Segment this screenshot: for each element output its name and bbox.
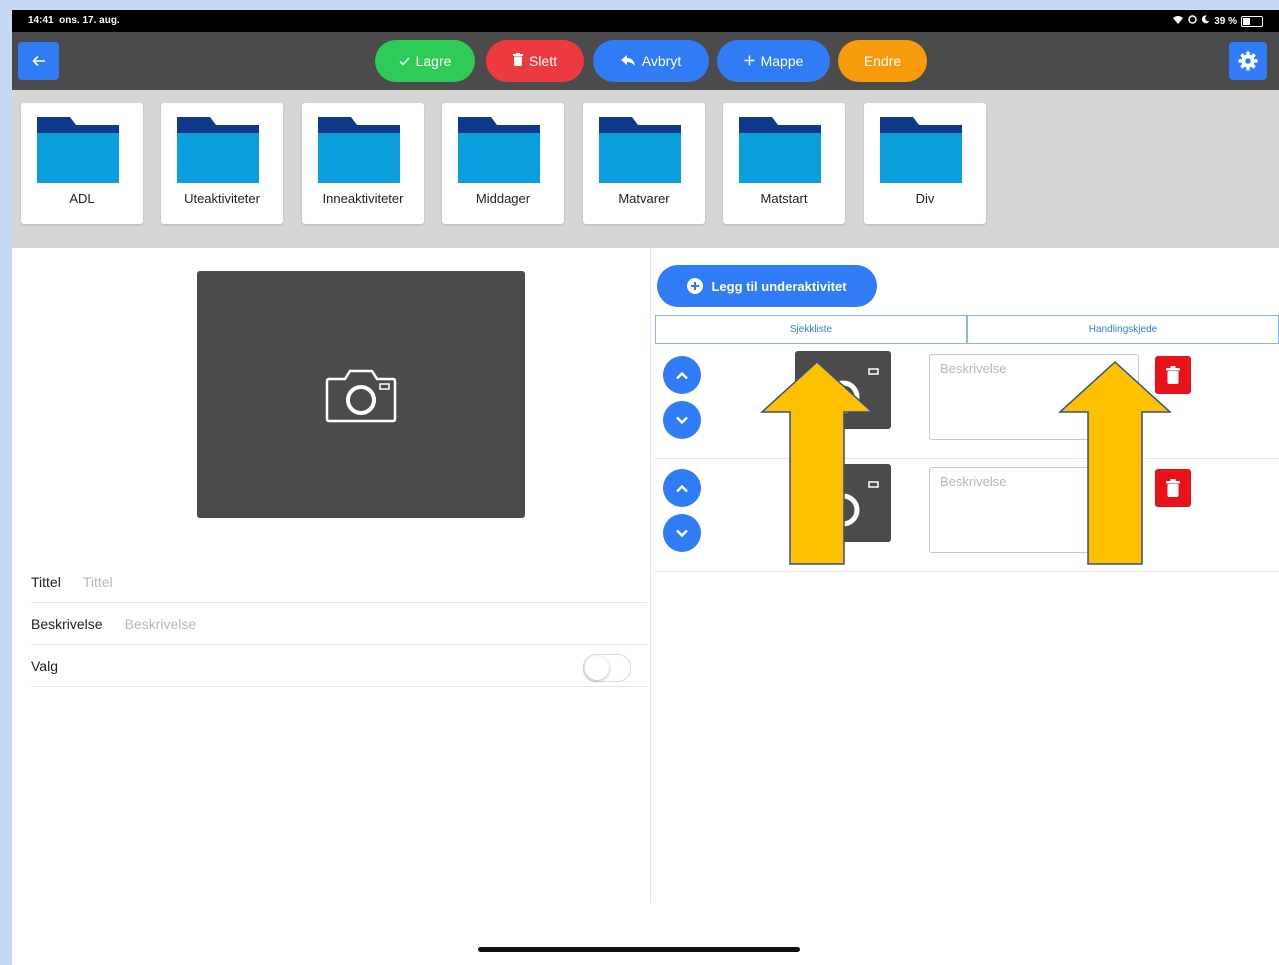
- activity-image-picker[interactable]: [197, 271, 525, 518]
- sub-activity-panel: Legg til underaktivitet Sjekkliste Handl…: [652, 248, 1279, 903]
- cancel-button[interactable]: Avbryt: [593, 40, 709, 82]
- gear-icon: [1238, 51, 1258, 71]
- folder-icon: [880, 117, 962, 183]
- ipad-screen: 14:41 ons. 17. aug. 39 % Lagre Slett Avb…: [12, 10, 1279, 965]
- list-type-tabs: Sjekkliste Handlingskjede: [655, 315, 1279, 344]
- tab-action-chain[interactable]: Handlingskjede: [967, 315, 1279, 344]
- move-up-button[interactable]: [663, 356, 701, 394]
- folder-icon: [318, 117, 400, 183]
- folder-tile[interactable]: Uteaktiviteter: [161, 103, 283, 224]
- folder-tile[interactable]: Matvarer: [583, 103, 705, 224]
- choice-row: Valg: [31, 645, 647, 687]
- save-button[interactable]: Lagre: [375, 40, 475, 82]
- folder-tile[interactable]: Inneaktiviteter: [302, 103, 424, 224]
- folder-icon: [37, 117, 119, 183]
- settings-button[interactable]: [1229, 42, 1267, 80]
- status-time: 14:41 ons. 17. aug.: [28, 15, 120, 26]
- folder-icon: [177, 117, 259, 183]
- folder-tile[interactable]: Middager: [442, 103, 564, 224]
- folder-icon: [599, 117, 681, 183]
- folder-tile[interactable]: ADL: [21, 103, 143, 224]
- sub-activity-item: Beskrivelse: [655, 346, 1279, 459]
- title-input[interactable]: Tittel: [83, 574, 113, 590]
- tab-checklist[interactable]: Sjekkliste: [655, 315, 967, 344]
- add-sub-activity-button[interactable]: Legg til underaktivitet: [657, 265, 877, 307]
- folder-tile[interactable]: Div: [864, 103, 986, 224]
- folder-bar: ADL Uteaktiviteter Inneaktiviteter Midda…: [12, 90, 1279, 248]
- chevron-down-icon: [676, 529, 688, 537]
- chevron-up-icon: [676, 484, 688, 492]
- status-bar: 14:41 ons. 17. aug. 39 %: [12, 10, 1279, 32]
- annotation-arrow-up-icon: [1058, 360, 1172, 565]
- folder-icon: [458, 117, 540, 183]
- move-up-button[interactable]: [663, 469, 701, 507]
- battery-icon: [1241, 15, 1263, 27]
- trash-icon: [512, 53, 523, 69]
- folder-button[interactable]: Mappe: [717, 40, 830, 82]
- toolbar: Lagre Slett Avbryt Mappe Endre: [12, 32, 1279, 90]
- plus-circle-icon: [687, 278, 704, 294]
- location-icon: [1188, 15, 1197, 27]
- check-icon: [399, 53, 410, 69]
- activity-form-panel: Tittel Tittel Beskrivelse Beskrivelse Va…: [12, 248, 651, 903]
- reply-icon: [620, 53, 636, 69]
- move-down-button[interactable]: [663, 514, 701, 552]
- sub-activity-item: Beskrivelse: [655, 459, 1279, 572]
- toggle-knob: [585, 656, 609, 680]
- title-row: Tittel Tittel: [31, 561, 647, 603]
- folder-tile[interactable]: Matstart: [723, 103, 845, 224]
- plus-icon: [744, 53, 755, 69]
- annotation-arrow-up-icon: [760, 360, 874, 565]
- chevron-down-icon: [676, 416, 688, 424]
- choice-toggle[interactable]: [583, 654, 631, 682]
- delete-button[interactable]: Slett: [486, 40, 584, 82]
- wifi-icon: [1172, 15, 1184, 27]
- arrow-left-icon: [31, 55, 45, 67]
- move-down-button[interactable]: [663, 401, 701, 439]
- folder-icon: [739, 117, 821, 183]
- edit-button[interactable]: Endre: [838, 40, 927, 82]
- back-button[interactable]: [18, 42, 59, 80]
- status-right: 39 %: [1172, 15, 1263, 27]
- home-indicator[interactable]: [478, 947, 800, 952]
- moon-icon: [1201, 15, 1210, 27]
- description-row: Beskrivelse Beskrivelse: [31, 603, 647, 645]
- battery-percent: 39 %: [1214, 15, 1237, 27]
- description-input[interactable]: Beskrivelse: [125, 616, 197, 632]
- chevron-up-icon: [676, 371, 688, 379]
- camera-icon: [325, 369, 397, 422]
